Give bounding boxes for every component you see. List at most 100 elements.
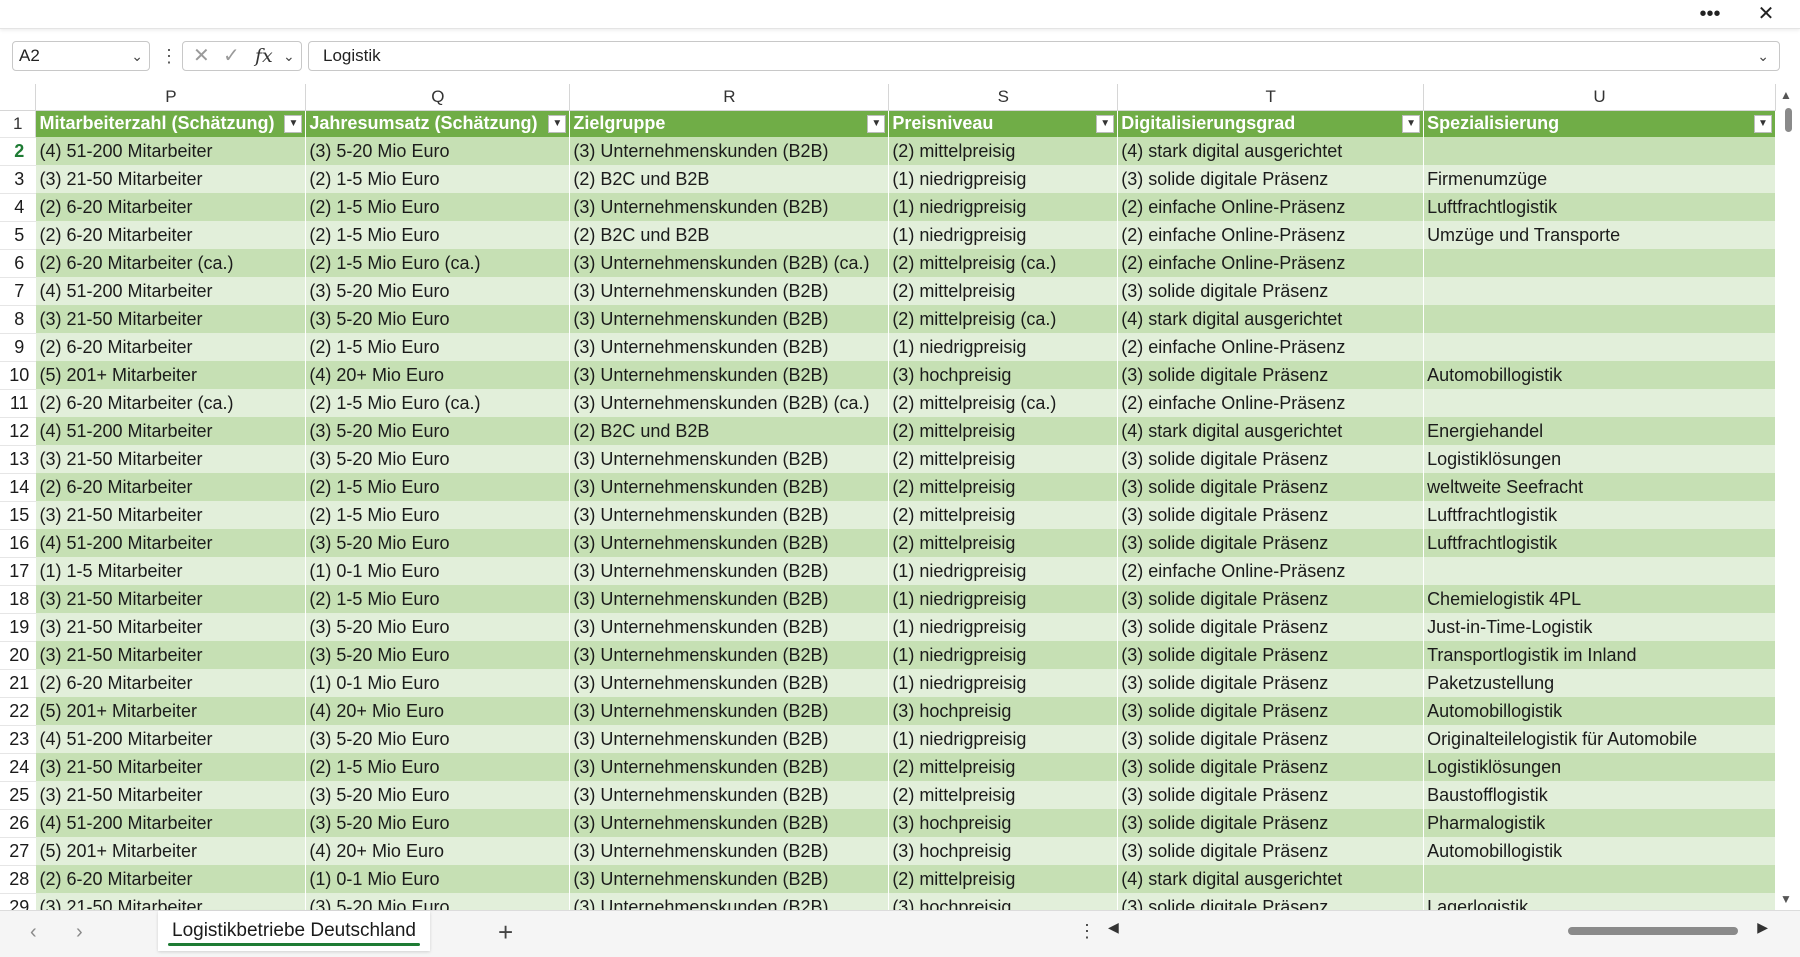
table-cell[interactable]: (3) Unternehmenskunden (B2B) bbox=[569, 837, 890, 865]
table-cell[interactable]: (3) hochpreisig bbox=[888, 893, 1119, 910]
table-cell[interactable]: (2) 1-5 Mio Euro bbox=[305, 753, 571, 781]
chevron-down-icon[interactable]: ⌄ bbox=[283, 42, 295, 70]
table-cell[interactable]: (3) Unternehmenskunden (B2B) bbox=[569, 193, 890, 221]
row-header[interactable]: 3 bbox=[0, 165, 37, 194]
row-header[interactable]: 6 bbox=[0, 249, 37, 278]
table-cell[interactable]: (3) Unternehmenskunden (B2B) bbox=[569, 501, 890, 529]
table-cell[interactable]: (3) 5-20 Mio Euro bbox=[305, 613, 571, 641]
scroll-right-icon[interactable]: ▶ bbox=[1757, 919, 1768, 936]
table-cell[interactable]: (2) 6-20 Mitarbeiter (ca.) bbox=[35, 249, 307, 277]
table-cell[interactable]: (2) einfache Online-Präsenz bbox=[1117, 249, 1425, 277]
row-header[interactable]: 19 bbox=[0, 613, 37, 642]
row-header[interactable]: 5 bbox=[0, 221, 37, 250]
table-cell[interactable]: (2) einfache Online-Präsenz bbox=[1117, 221, 1425, 249]
close-icon[interactable]: ✕ bbox=[1748, 2, 1784, 26]
expand-formula-icon[interactable]: ⌄ bbox=[1757, 42, 1769, 70]
table-cell[interactable]: (3) 5-20 Mio Euro bbox=[305, 445, 571, 473]
table-cell[interactable]: (2) 6-20 Mitarbeiter bbox=[35, 473, 307, 501]
horizontal-scroll-thumb[interactable] bbox=[1568, 927, 1738, 935]
row-header[interactable]: 2 bbox=[0, 137, 37, 166]
table-cell[interactable]: (3) 5-20 Mio Euro bbox=[305, 277, 571, 305]
previous-sheet-icon[interactable]: ‹ bbox=[30, 921, 37, 944]
table-cell[interactable]: (2) 6-20 Mitarbeiter bbox=[35, 193, 307, 221]
table-cell[interactable]: (3) solide digitale Präsenz bbox=[1117, 641, 1425, 669]
table-cell[interactable]: (2) 6-20 Mitarbeiter bbox=[35, 669, 307, 697]
table-header-cell[interactable]: Spezialisierung ▼ bbox=[1423, 110, 1776, 137]
table-cell[interactable] bbox=[1423, 137, 1776, 165]
table-cell[interactable]: Automobillogistik bbox=[1423, 697, 1776, 725]
row-header[interactable]: 16 bbox=[0, 529, 37, 558]
table-cell[interactable]: (3) solide digitale Präsenz bbox=[1117, 809, 1425, 837]
table-cell[interactable]: Just-in-Time-Logistik bbox=[1423, 613, 1776, 641]
add-sheet-icon[interactable]: + bbox=[498, 917, 513, 948]
table-cell[interactable]: (3) Unternehmenskunden (B2B) bbox=[569, 725, 890, 753]
table-cell[interactable]: (3) 21-50 Mitarbeiter bbox=[35, 641, 307, 669]
vertical-scrollbar[interactable]: ▲ ▼ bbox=[1776, 84, 1800, 910]
table-cell[interactable]: (3) solide digitale Präsenz bbox=[1117, 473, 1425, 501]
table-cell[interactable]: (2) mittelpreisig bbox=[888, 277, 1119, 305]
row-header[interactable]: 8 bbox=[0, 305, 37, 334]
table-cell[interactable]: (2) 6-20 Mitarbeiter bbox=[35, 865, 307, 893]
table-cell[interactable] bbox=[1423, 305, 1776, 333]
table-header-cell[interactable]: Jahresumsatz (Schätzung) ▼ bbox=[305, 110, 571, 137]
table-cell[interactable]: (2) mittelpreisig bbox=[888, 417, 1119, 445]
table-cell[interactable]: (3) solide digitale Präsenz bbox=[1117, 585, 1425, 613]
table-cell[interactable]: (3) Unternehmenskunden (B2B) bbox=[569, 753, 890, 781]
table-cell[interactable]: Energiehandel bbox=[1423, 417, 1776, 445]
table-cell[interactable]: (3) Unternehmenskunden (B2B) bbox=[569, 305, 890, 333]
table-cell[interactable]: (3) Unternehmenskunden (B2B) bbox=[569, 361, 890, 389]
table-cell[interactable]: (4) stark digital ausgerichtet bbox=[1117, 417, 1425, 445]
table-cell[interactable]: (3) solide digitale Präsenz bbox=[1117, 697, 1425, 725]
table-cell[interactable]: (3) solide digitale Präsenz bbox=[1117, 725, 1425, 753]
table-cell[interactable]: (4) 51-200 Mitarbeiter bbox=[35, 137, 307, 165]
horizontal-scrollbar[interactable]: ◀ ▶ bbox=[1108, 919, 1768, 943]
table-cell[interactable]: (3) Unternehmenskunden (B2B) bbox=[569, 669, 890, 697]
filter-dropdown-icon[interactable]: ▼ bbox=[284, 114, 303, 133]
filter-dropdown-icon[interactable]: ▼ bbox=[867, 114, 886, 133]
table-cell[interactable]: (3) Unternehmenskunden (B2B) bbox=[569, 473, 890, 501]
formula-bar-options-icon[interactable]: ⋮ bbox=[160, 44, 178, 68]
table-cell[interactable]: (3) Unternehmenskunden (B2B) bbox=[569, 613, 890, 641]
table-cell[interactable]: (4) stark digital ausgerichtet bbox=[1117, 137, 1425, 165]
table-cell[interactable] bbox=[1423, 333, 1776, 361]
table-cell[interactable]: (3) 5-20 Mio Euro bbox=[305, 137, 571, 165]
table-cell[interactable]: (1) niedrigpreisig bbox=[888, 193, 1119, 221]
filter-dropdown-icon[interactable]: ▼ bbox=[548, 114, 567, 133]
table-cell[interactable]: (1) niedrigpreisig bbox=[888, 585, 1119, 613]
table-cell[interactable]: (3) solide digitale Präsenz bbox=[1117, 529, 1425, 557]
column-header[interactable]: P bbox=[35, 84, 307, 111]
table-cell[interactable]: (3) solide digitale Präsenz bbox=[1117, 501, 1425, 529]
table-cell[interactable]: (3) Unternehmenskunden (B2B) bbox=[569, 893, 890, 910]
table-cell[interactable]: Lagerlogistik bbox=[1423, 893, 1776, 910]
table-header-cell[interactable]: Preisniveau ▼ bbox=[888, 110, 1119, 137]
table-cell[interactable]: (3) 5-20 Mio Euro bbox=[305, 893, 571, 910]
table-cell[interactable]: (1) niedrigpreisig bbox=[888, 669, 1119, 697]
table-cell[interactable]: (3) 21-50 Mitarbeiter bbox=[35, 165, 307, 193]
table-cell[interactable]: (1) 1-5 Mitarbeiter bbox=[35, 557, 307, 585]
table-cell[interactable]: (4) 20+ Mio Euro bbox=[305, 697, 571, 725]
table-cell[interactable]: (4) 51-200 Mitarbeiter bbox=[35, 725, 307, 753]
more-options-icon[interactable]: ••• bbox=[1692, 2, 1728, 26]
table-cell[interactable]: (2) 1-5 Mio Euro bbox=[305, 501, 571, 529]
chevron-down-icon[interactable]: ⌄ bbox=[131, 42, 143, 70]
table-cell[interactable]: (4) stark digital ausgerichtet bbox=[1117, 305, 1425, 333]
row-header[interactable]: 21 bbox=[0, 669, 37, 698]
table-cell[interactable]: (3) solide digitale Präsenz bbox=[1117, 445, 1425, 473]
table-cell[interactable]: (3) Unternehmenskunden (B2B) bbox=[569, 585, 890, 613]
table-cell[interactable]: (2) mittelpreisig bbox=[888, 781, 1119, 809]
row-header[interactable]: 13 bbox=[0, 445, 37, 474]
table-cell[interactable]: (3) Unternehmenskunden (B2B) bbox=[569, 557, 890, 585]
scroll-up-icon[interactable]: ▲ bbox=[1780, 88, 1792, 102]
row-header[interactable]: 1 bbox=[0, 110, 37, 138]
table-cell[interactable]: (1) niedrigpreisig bbox=[888, 165, 1119, 193]
table-cell[interactable]: (2) B2C und B2B bbox=[569, 221, 890, 249]
row-header[interactable]: 23 bbox=[0, 725, 37, 754]
table-cell[interactable]: (2) mittelpreisig bbox=[888, 529, 1119, 557]
scroll-left-icon[interactable]: ◀ bbox=[1108, 919, 1119, 936]
next-sheet-icon[interactable]: › bbox=[76, 921, 83, 944]
table-header-cell[interactable]: Digitalisierungsgrad ▼ bbox=[1117, 110, 1425, 137]
table-cell[interactable]: (3) Unternehmenskunden (B2B) bbox=[569, 445, 890, 473]
enter-icon[interactable]: ✓ bbox=[223, 42, 240, 70]
table-cell[interactable]: (1) niedrigpreisig bbox=[888, 641, 1119, 669]
table-cell[interactable]: (2) mittelpreisig bbox=[888, 473, 1119, 501]
